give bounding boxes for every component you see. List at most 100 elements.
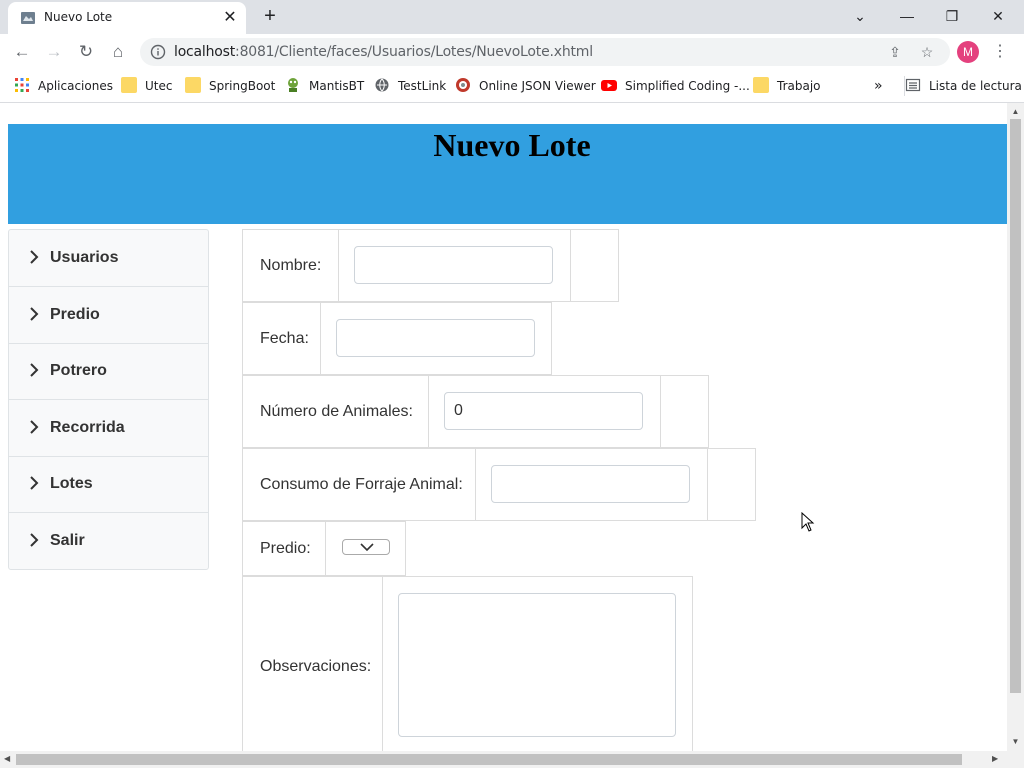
new-tab-button[interactable]: +: [258, 5, 282, 29]
animales-input[interactable]: [444, 392, 643, 430]
tab-search-icon[interactable]: ⌄: [846, 4, 874, 28]
fecha-input[interactable]: [336, 319, 535, 357]
sidebar-item-recorrida[interactable]: Recorrida: [9, 400, 208, 457]
profile-avatar[interactable]: M: [957, 41, 979, 63]
chevron-right-icon: [30, 420, 39, 434]
sidebar-item-label: Recorrida: [50, 419, 125, 436]
page-title: Nuevo Lote: [433, 127, 591, 163]
bookmark-label: Online JSON Viewer: [479, 79, 596, 93]
scroll-left-icon[interactable]: ◀: [4, 754, 10, 763]
sidebar-item-predio[interactable]: Predio: [9, 287, 208, 344]
minimize-button[interactable]: —: [893, 4, 921, 28]
bookmark-simplified-coding[interactable]: Simplified Coding -...: [601, 76, 750, 96]
sidebar-item-lotes[interactable]: Lotes: [9, 456, 208, 513]
form-label-cell: Consumo de Forraje Animal:: [243, 449, 476, 520]
sidebar-item-usuarios[interactable]: Usuarios: [9, 230, 208, 287]
bookmark-mantisbt[interactable]: MantisBT: [285, 76, 364, 96]
close-window-button[interactable]: ✕: [984, 4, 1012, 28]
mantis-icon: [288, 78, 298, 92]
home-icon[interactable]: ⌂: [106, 40, 130, 64]
bookmark-json-viewer[interactable]: Online JSON Viewer: [455, 76, 596, 96]
form-label-cell: Fecha:: [243, 303, 321, 374]
form-select-cell: [325, 522, 407, 575]
reading-list-icon: [905, 78, 921, 92]
folder-icon: [185, 77, 201, 93]
reading-list-button[interactable]: Lista de lectura: [904, 76, 1022, 96]
restore-button[interactable]: ❐: [938, 4, 966, 28]
observaciones-label: Observaciones:: [260, 658, 372, 675]
mouse-cursor-icon: [801, 512, 815, 532]
predio-label: Predio:: [260, 540, 311, 557]
bookmark-springboot[interactable]: SpringBoot: [185, 76, 275, 96]
form-input-cell: [320, 303, 553, 374]
nombre-input[interactable]: [354, 246, 553, 284]
bookmark-label: SpringBoot: [209, 79, 276, 93]
bookmark-label: Trabajo: [777, 79, 821, 93]
vertical-scrollbar[interactable]: ▲ ▼: [1007, 103, 1024, 751]
folder-icon: [121, 77, 137, 93]
form-label-cell: Predio:: [243, 522, 326, 575]
form-label-cell: Observaciones:: [243, 577, 383, 751]
bookmark-apps[interactable]: Aplicaciones: [14, 76, 113, 96]
form-row-observaciones: Observaciones:: [242, 576, 693, 751]
close-tab-icon[interactable]: ✕: [220, 8, 240, 28]
browser-menu-icon[interactable]: ⋮: [990, 40, 1010, 64]
form-row-forraje: Consumo de Forraje Animal:: [242, 448, 756, 521]
sidebar-item-label: Salir: [50, 532, 85, 549]
bookmark-label: Lista de lectura: [929, 79, 1022, 93]
scroll-down-icon[interactable]: ▼: [1011, 737, 1020, 746]
bookmark-testlink[interactable]: TestLink: [374, 76, 446, 96]
bookmarks-bar: Aplicaciones Utec SpringBoot MantisBT Te…: [0, 70, 1024, 103]
chevron-down-icon: [360, 543, 374, 551]
horizontal-scrollbar[interactable]: ◀ ▶: [0, 751, 1024, 768]
form-input-cell: [338, 230, 571, 301]
tab-title: Nuevo Lote: [44, 10, 113, 24]
form-textarea-cell: [382, 577, 693, 751]
browser-toolbar: ← → ↻ ⌂ localhost:8081/Cliente/faces/Usu…: [0, 34, 1024, 70]
form-row-nombre: Nombre:: [242, 229, 619, 302]
sidebar-item-label: Predio: [50, 306, 100, 323]
horizontal-scroll-thumb[interactable]: [16, 754, 962, 765]
nombre-label: Nombre:: [260, 257, 322, 274]
page-viewport: Nuevo Lote Usuarios Predio Potrero Recor…: [0, 103, 1007, 751]
scroll-up-icon[interactable]: ▲: [1011, 107, 1020, 116]
forraje-label: Consumo de Forraje Animal:: [260, 476, 463, 493]
bookmark-label: MantisBT: [309, 79, 365, 93]
form-label-cell: Nombre:: [243, 230, 339, 301]
youtube-icon: [601, 80, 617, 91]
bookmark-label: Aplicaciones: [38, 79, 113, 93]
bookmarks-overflow-button[interactable]: »: [874, 76, 883, 96]
url-host: localhost: [174, 44, 236, 60]
forward-icon[interactable]: →: [42, 40, 66, 64]
bookmark-utec[interactable]: Utec: [121, 76, 172, 96]
form-row-fecha: Fecha:: [242, 302, 552, 375]
animales-label: Número de Animales:: [260, 403, 413, 420]
page-header: Nuevo Lote: [8, 124, 1007, 224]
sidebar-item-potrero[interactable]: Potrero: [9, 343, 208, 400]
chevron-right-icon: [30, 363, 39, 377]
sidebar-item-label: Lotes: [50, 475, 93, 492]
share-icon[interactable]: ⇪: [886, 43, 904, 61]
forraje-input[interactable]: [491, 465, 690, 503]
observaciones-textarea[interactable]: [398, 593, 676, 737]
bookmark-star-icon[interactable]: ☆: [918, 43, 936, 61]
site-info-icon[interactable]: [150, 44, 166, 60]
address-bar[interactable]: localhost:8081/Cliente/faces/Usuarios/Lo…: [140, 38, 950, 66]
reload-icon[interactable]: ↻: [74, 40, 98, 64]
chevron-right-icon: [30, 250, 39, 264]
vertical-scroll-thumb[interactable]: [1010, 119, 1021, 693]
url-text: localhost:8081/Cliente/faces/Usuarios/Lo…: [174, 44, 593, 60]
back-icon[interactable]: ←: [10, 40, 34, 64]
sidebar-item-salir[interactable]: Salir: [9, 513, 208, 569]
chevron-right-icon: [30, 307, 39, 321]
scroll-right-icon[interactable]: ▶: [992, 754, 998, 763]
bookmark-trabajo[interactable]: Trabajo: [753, 76, 821, 96]
fecha-label: Fecha:: [260, 330, 309, 347]
browser-tab[interactable]: Nuevo Lote ✕: [8, 2, 246, 34]
apps-grid-icon: [15, 78, 29, 92]
globe-icon: [375, 78, 389, 92]
folder-icon: [753, 77, 769, 93]
chevron-right-icon: [30, 476, 39, 490]
bookmark-label: TestLink: [398, 79, 447, 93]
predio-select[interactable]: [342, 539, 390, 555]
